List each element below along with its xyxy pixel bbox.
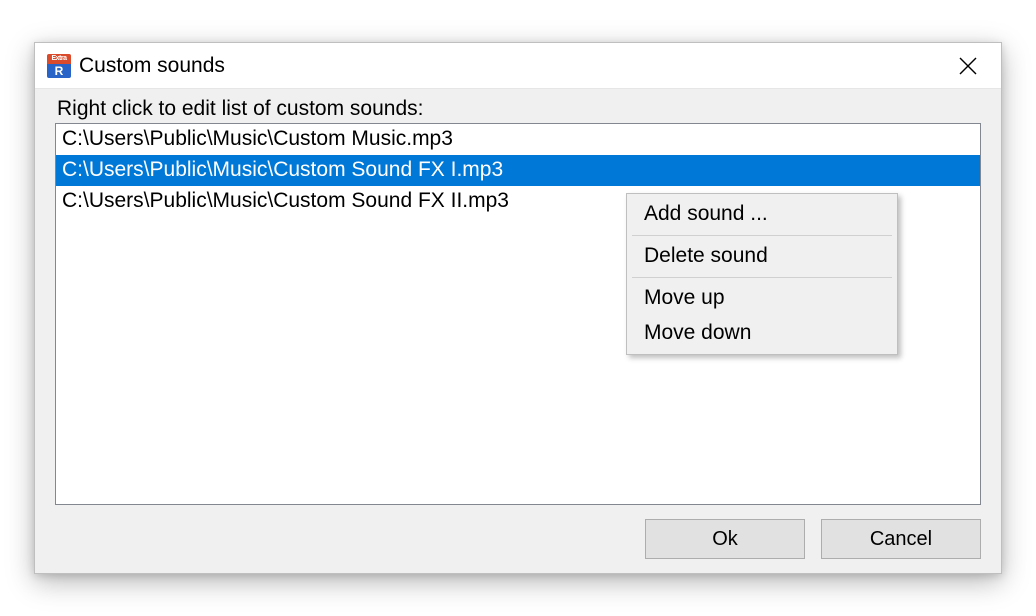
list-item[interactable]: C:\Users\Public\Music\Custom Music.mp3 — [56, 124, 980, 155]
app-icon-bot: R — [47, 64, 71, 78]
menu-separator — [632, 277, 892, 278]
button-row: Ok Cancel — [55, 519, 981, 559]
close-button[interactable] — [943, 46, 993, 86]
menu-move-up[interactable]: Move up — [630, 281, 894, 316]
ok-button[interactable]: Ok — [645, 519, 805, 559]
menu-move-down[interactable]: Move down — [630, 316, 894, 351]
app-icon-top: Extra — [47, 54, 71, 64]
app-icon: Extra R — [47, 54, 71, 78]
close-icon — [959, 57, 977, 75]
context-menu: Add sound ... Delete sound Move up Move … — [626, 193, 898, 355]
window-title: Custom sounds — [79, 54, 225, 78]
custom-sounds-dialog: Extra R Custom sounds Right click to edi… — [34, 42, 1002, 574]
cancel-button[interactable]: Cancel — [821, 519, 981, 559]
menu-separator — [632, 235, 892, 236]
list-item[interactable]: C:\Users\Public\Music\Custom Sound FX I.… — [56, 155, 980, 186]
menu-add-sound[interactable]: Add sound ... — [630, 197, 894, 232]
menu-delete-sound[interactable]: Delete sound — [630, 239, 894, 274]
titlebar: Extra R Custom sounds — [35, 43, 1001, 89]
group-label: Right click to edit list of custom sound… — [55, 97, 981, 121]
